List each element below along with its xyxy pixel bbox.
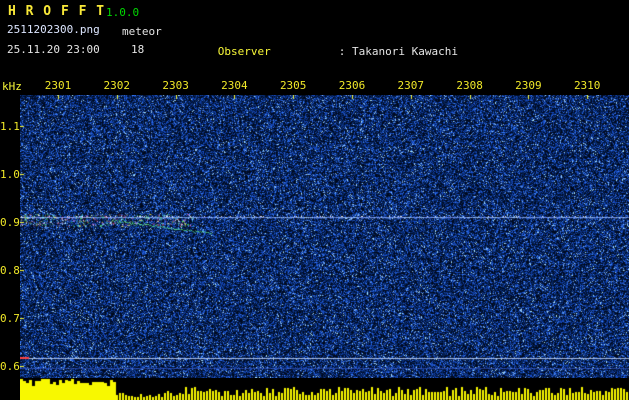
observation-timestamp: 25.11.20 23:00 (7, 43, 100, 56)
echo-count: 18 (131, 43, 145, 56)
time-tick-label: 2309 (515, 79, 542, 92)
info-label-observer: Observer (217, 45, 271, 58)
info-row-observer: Observer : Takanori Kawachi (178, 32, 590, 71)
time-tick-label: 2302 (103, 79, 131, 92)
time-tick-label: 2304 (221, 79, 248, 92)
freq-tick-label: 0.9 (0, 216, 20, 229)
time-tick-label: 2310 (573, 79, 601, 92)
hrofft-output-window: H R O F F T 1.0.0 2511202300.png meteor … (0, 0, 629, 400)
spectrogram-canvas (20, 95, 629, 378)
time-tick-label: 2308 (456, 79, 483, 92)
time-tick-label: 2301 (44, 79, 72, 92)
signal-meter-canvas (20, 378, 629, 400)
observation-mode-label: meteor (122, 25, 162, 38)
freq-tick-label: 0.6 (0, 360, 20, 373)
time-tick-label: 2303 (162, 79, 189, 92)
app-version: 1.0.0 (106, 6, 140, 19)
freq-tick-label: 0.8 (0, 264, 20, 277)
time-tick-label: 2306 (338, 79, 366, 92)
freq-tick-label: 1.0 (0, 168, 20, 181)
time-axis-labels: 2301 2302 2303 2304 2305 2306 2307 2308 2309 2310 (20, 79, 629, 93)
frequency-axis-labels: 1.1 1.0 0.9 0.8 0.7 0.6 (0, 0, 20, 400)
time-tick-label: 2305 (279, 79, 307, 92)
info-value-observer: : Takanori Kawachi (338, 45, 458, 58)
freq-tick-label: 0.7 (0, 312, 20, 325)
freq-tick-label: 1.1 (0, 120, 20, 133)
time-tick-label: 2307 (397, 79, 425, 92)
app-title: H R O F F T (8, 4, 106, 19)
output-filename: 2511202300.png (7, 23, 100, 36)
